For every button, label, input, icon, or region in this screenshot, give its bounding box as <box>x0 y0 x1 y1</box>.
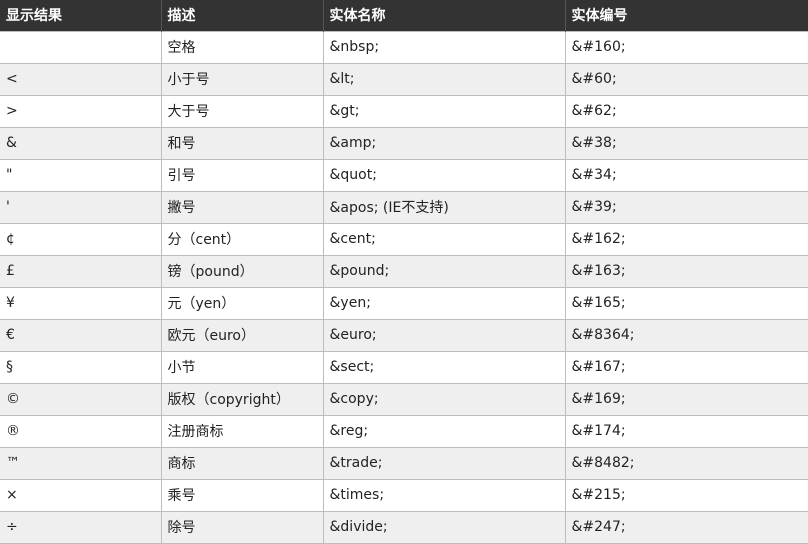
cell-entity-name: &cent; <box>322 222 566 256</box>
cell-display-result: ® <box>0 414 162 448</box>
cell-entity-number: &#215; <box>564 478 808 512</box>
cell-display-result: ™ <box>0 446 162 480</box>
cell-description: 欧元（euro） <box>160 318 324 352</box>
cell-description: 大于号 <box>160 94 324 128</box>
table-row: < 小于号 &lt; &#60; <box>0 62 808 96</box>
cell-display-result: € <box>0 318 162 352</box>
cell-entity-number: &#60; <box>564 62 808 96</box>
cell-entity-name: &reg; <box>322 414 566 448</box>
cell-entity-name: &amp; <box>322 126 566 160</box>
cell-display-result: ¥ <box>0 286 162 320</box>
cell-entity-name: &trade; <box>322 446 566 480</box>
cell-entity-number: &#8482; <box>564 446 808 480</box>
cell-display-result: ' <box>0 190 162 224</box>
cell-entity-number: &#169; <box>564 382 808 416</box>
cell-entity-name: &divide; <box>322 510 566 544</box>
cell-entity-name: &yen; <box>322 286 566 320</box>
cell-entity-name: &quot; <box>322 158 566 192</box>
table-row: × 乘号 &times; &#215; <box>0 478 808 512</box>
cell-entity-number: &#165; <box>564 286 808 320</box>
html-entity-table: 显示结果 描述 实体名称 实体编号 空格 &nbsp; &#160; < 小于号 &lt;… <box>0 0 808 544</box>
table-row: £ 镑（pound） &pound; &#163; <box>0 254 808 288</box>
cell-entity-number: &#39; <box>564 190 808 224</box>
header-description: 描述 <box>160 0 323 31</box>
cell-entity-name: &sect; <box>322 350 566 384</box>
cell-entity-name: &euro; <box>322 318 566 352</box>
cell-display-result: > <box>0 94 162 128</box>
table-row: ¢ 分（cent） &cent; &#162; <box>0 222 808 256</box>
cell-display-result: ÷ <box>0 510 162 544</box>
cell-entity-name: &gt; <box>322 94 566 128</box>
cell-description: 空格 <box>160 30 324 64</box>
table-row: § 小节 &sect; &#167; <box>0 350 808 384</box>
cell-entity-number: &#38; <box>564 126 808 160</box>
cell-entity-number: &#162; <box>564 222 808 256</box>
cell-description: 版权（copyright） <box>160 382 324 416</box>
cell-display-result: × <box>0 478 162 512</box>
cell-entity-number: &#8364; <box>564 318 808 352</box>
table-row: ® 注册商标 &reg; &#174; <box>0 414 808 448</box>
cell-entity-number: &#167; <box>564 350 808 384</box>
table-row: ¥ 元（yen） &yen; &#165; <box>0 286 808 320</box>
cell-description: 和号 <box>160 126 324 160</box>
cell-description: 乘号 <box>160 478 324 512</box>
cell-display-result: § <box>0 350 162 384</box>
cell-display-result: & <box>0 126 162 160</box>
cell-description: 元（yen） <box>160 286 324 320</box>
cell-description: 小于号 <box>160 62 324 96</box>
cell-entity-number: &#247; <box>564 510 808 544</box>
cell-entity-name: &lt; <box>322 62 566 96</box>
header-entity-name: 实体名称 <box>322 0 565 31</box>
cell-display-result: " <box>0 158 162 192</box>
cell-entity-number: &#62; <box>564 94 808 128</box>
cell-description: 注册商标 <box>160 414 324 448</box>
header-entity-number: 实体编号 <box>564 0 808 31</box>
cell-entity-name: &times; <box>322 478 566 512</box>
cell-description: 镑（pound） <box>160 254 324 288</box>
table-row: 空格 &nbsp; &#160; <box>0 30 808 64</box>
cell-entity-number: &#163; <box>564 254 808 288</box>
cell-description: 撇号 <box>160 190 324 224</box>
table-row: > 大于号 &gt; &#62; <box>0 94 808 128</box>
cell-description: 商标 <box>160 446 324 480</box>
cell-description: 引号 <box>160 158 324 192</box>
header-row: 显示结果 描述 实体名称 实体编号 <box>0 0 808 31</box>
cell-display-result: < <box>0 62 162 96</box>
table-row: ' 撇号 &apos; (IE不支持) &#39; <box>0 190 808 224</box>
cell-entity-number: &#160; <box>564 30 808 64</box>
cell-display-result: © <box>0 382 162 416</box>
table-header: 显示结果 描述 实体名称 实体编号 <box>0 0 808 31</box>
cell-entity-name: &apos; (IE不支持) <box>322 190 566 224</box>
cell-description: 分（cent） <box>160 222 324 256</box>
cell-display-result: £ <box>0 254 162 288</box>
cell-entity-name: &copy; <box>322 382 566 416</box>
cell-display-result <box>0 30 162 64</box>
cell-description: 小节 <box>160 350 324 384</box>
cell-entity-number: &#34; <box>564 158 808 192</box>
cell-display-result: ¢ <box>0 222 162 256</box>
table-row: € 欧元（euro） &euro; &#8364; <box>0 318 808 352</box>
header-display-result: 显示结果 <box>6 8 62 25</box>
cell-entity-name: &nbsp; <box>322 30 566 64</box>
cell-entity-name: &pound; <box>322 254 566 288</box>
table-row: ÷ 除号 &divide; &#247; <box>0 510 808 544</box>
table-body: 空格 &nbsp; &#160; < 小于号 &lt; &#60; > 大于号 &gt; &#62;… <box>0 30 808 544</box>
table-row: ™ 商标 &trade; &#8482; <box>0 446 808 480</box>
cell-entity-number: &#174; <box>564 414 808 448</box>
table-row: & 和号 &amp; &#38; <box>0 126 808 160</box>
table-row: © 版权（copyright） &copy; &#169; <box>0 382 808 416</box>
cell-description: 除号 <box>160 510 324 544</box>
table-row: " 引号 &quot; &#34; <box>0 158 808 192</box>
